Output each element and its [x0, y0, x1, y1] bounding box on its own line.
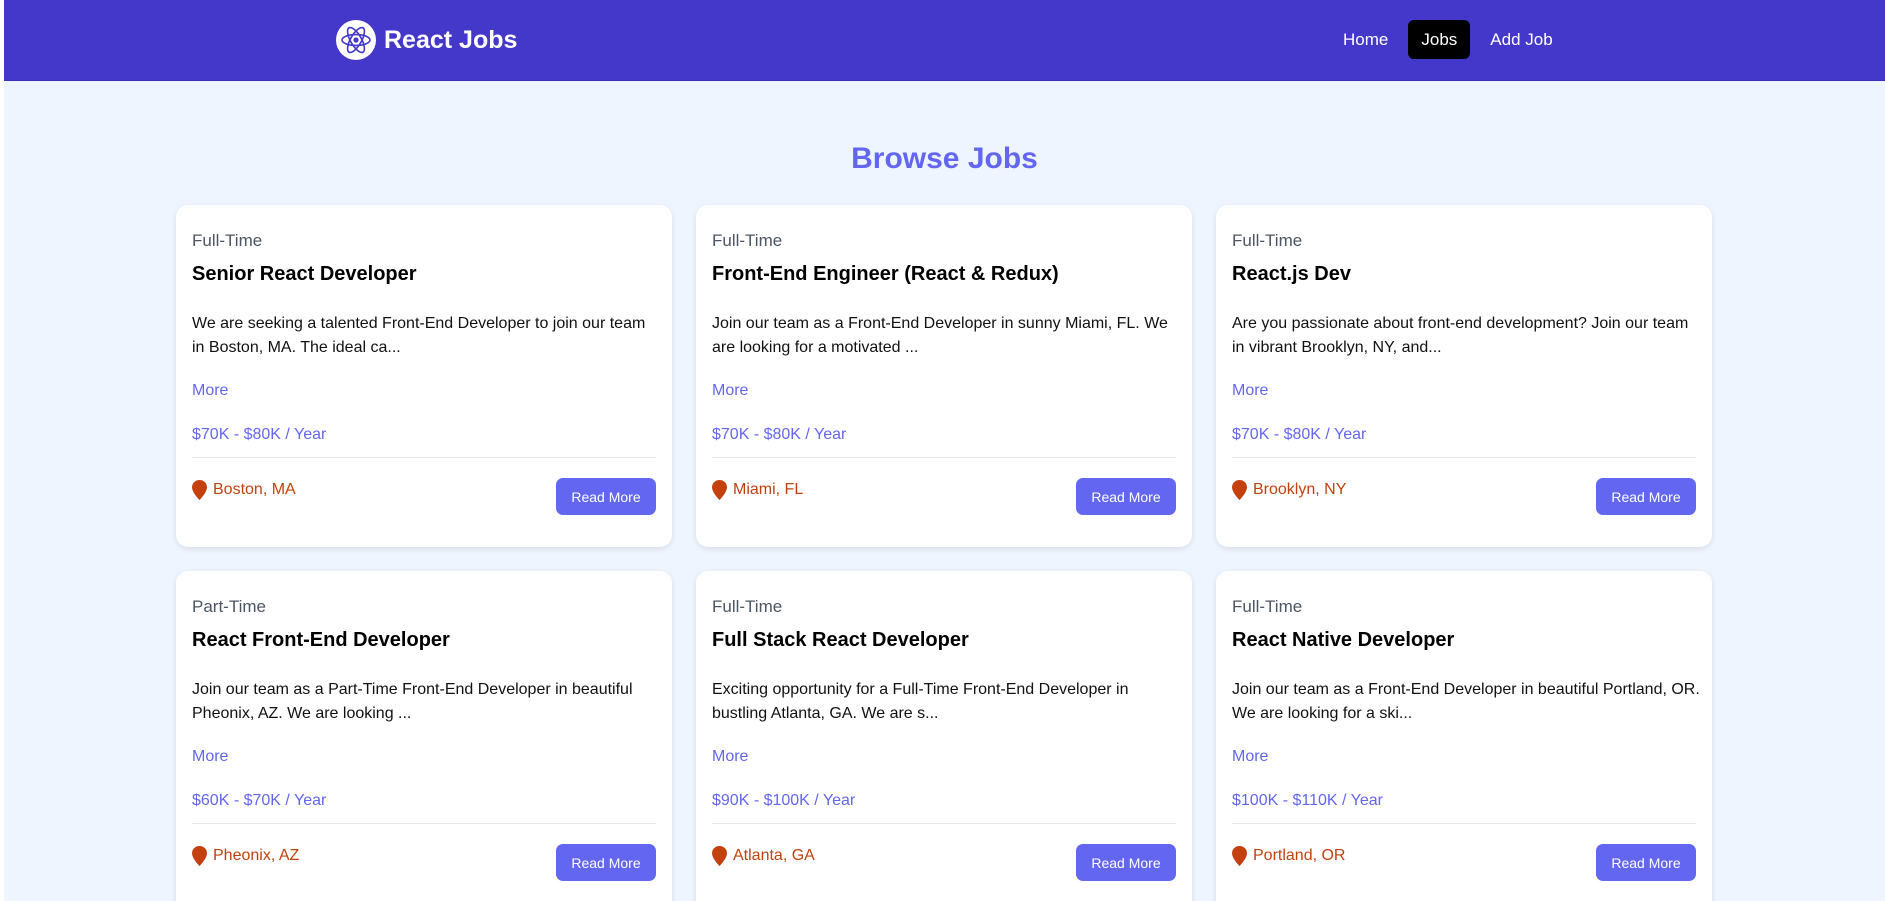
app-viewport: React Jobs Home Jobs Add Job Browse Jobs… [4, 0, 1885, 901]
card-divider [192, 823, 656, 824]
job-location: Pheonix, AZ [192, 846, 299, 866]
job-description: Are you passionate about front-end devel… [1232, 315, 1689, 356]
job-location: Boston, MA [192, 480, 296, 500]
job-salary: $70K - $80K / Year [192, 426, 327, 443]
nav-home-link[interactable]: Home [1330, 20, 1401, 59]
job-type: Full-Time [1232, 231, 1303, 250]
job-description: Join our team as a Front-End Developer i… [1232, 681, 1700, 722]
more-toggle-button[interactable]: More [192, 382, 228, 400]
card-divider [1232, 457, 1696, 458]
map-pin-icon [1232, 846, 1247, 866]
job-location-text: Pheonix, AZ [213, 847, 300, 864]
job-location: Atlanta, GA [712, 846, 815, 866]
more-toggle-button[interactable]: More [1232, 748, 1268, 766]
nav-links: Home Jobs Add Job [1330, 20, 1573, 59]
react-atom-icon [336, 20, 376, 60]
job-location: Miami, FL [712, 480, 803, 500]
more-toggle-button[interactable]: More [712, 748, 748, 766]
more-toggle-button[interactable]: More [192, 748, 228, 766]
job-location-text: Brooklyn, NY [1253, 481, 1347, 498]
read-more-button[interactable]: Read More [1596, 478, 1696, 515]
card-divider [1232, 823, 1696, 824]
job-card: Full-Time Senior React Developer We are … [176, 205, 672, 547]
job-card: Full-Time React Native Developer Join ou… [1216, 571, 1712, 901]
brand-link[interactable]: React Jobs [336, 19, 517, 61]
navbar: React Jobs Home Jobs Add Job [4, 0, 1885, 81]
job-title: Senior React Developer [192, 263, 417, 285]
more-toggle-button[interactable]: More [1232, 382, 1268, 400]
job-title: React Native Developer [1232, 629, 1455, 651]
read-more-button[interactable]: Read More [1076, 844, 1176, 881]
job-title: Front-End Engineer (React & Redux) [712, 263, 1059, 285]
job-type: Part-Time [192, 597, 266, 616]
read-more-button[interactable]: Read More [556, 844, 656, 881]
job-description: We are seeking a talented Front-End Deve… [192, 315, 646, 356]
job-type: Full-Time [712, 231, 783, 250]
job-card: Full-Time React.js Dev Are you passionat… [1216, 205, 1712, 547]
map-pin-icon [192, 480, 207, 500]
job-salary: $70K - $80K / Year [712, 426, 847, 443]
brand-name: React Jobs [384, 25, 518, 54]
job-location-text: Atlanta, GA [733, 847, 815, 864]
job-description: Join our team as a Front-End Developer i… [712, 315, 1168, 356]
job-listings-grid: Full-Time Senior React Developer We are … [176, 205, 1716, 901]
job-salary: $70K - $80K / Year [1232, 426, 1367, 443]
map-pin-icon [1232, 480, 1247, 500]
card-divider [712, 823, 1176, 824]
job-type: Full-Time [192, 231, 263, 250]
read-more-button[interactable]: Read More [556, 478, 656, 515]
job-description: Exciting opportunity for a Full-Time Fro… [712, 681, 1129, 722]
job-salary: $100K - $110K / Year [1232, 792, 1383, 809]
job-salary: $60K - $70K / Year [192, 792, 327, 809]
map-pin-icon [712, 846, 727, 866]
job-title: React Front-End Developer [192, 629, 450, 651]
job-location: Portland, OR [1232, 846, 1345, 866]
job-salary: $90K - $100K / Year [712, 792, 856, 809]
job-card: Full-Time Front-End Engineer (React & Re… [696, 205, 1192, 547]
card-divider [712, 457, 1176, 458]
job-title: React.js Dev [1232, 263, 1351, 285]
job-location-text: Boston, MA [213, 481, 296, 498]
nav-add-job-link[interactable]: Add Job [1477, 20, 1565, 59]
nav-jobs-link[interactable]: Jobs [1408, 20, 1471, 59]
map-pin-icon [712, 480, 727, 500]
job-title: Full Stack React Developer [712, 629, 969, 651]
job-location-text: Portland, OR [1253, 847, 1346, 864]
job-type: Full-Time [712, 597, 783, 616]
card-divider [192, 457, 656, 458]
job-card: Full-Time Full Stack React Developer Exc… [696, 571, 1192, 901]
job-card: Part-Time React Front-End Developer Join… [176, 571, 672, 901]
read-more-button[interactable]: Read More [1596, 844, 1696, 881]
map-pin-icon [192, 846, 207, 866]
read-more-button[interactable]: Read More [1076, 478, 1176, 515]
more-toggle-button[interactable]: More [712, 382, 748, 400]
job-location: Brooklyn, NY [1232, 480, 1346, 500]
job-description: Join our team as a Part-Time Front-End D… [192, 681, 633, 722]
page-title: Browse Jobs [851, 142, 1038, 175]
job-location-text: Miami, FL [733, 481, 804, 498]
job-type: Full-Time [1232, 597, 1303, 616]
